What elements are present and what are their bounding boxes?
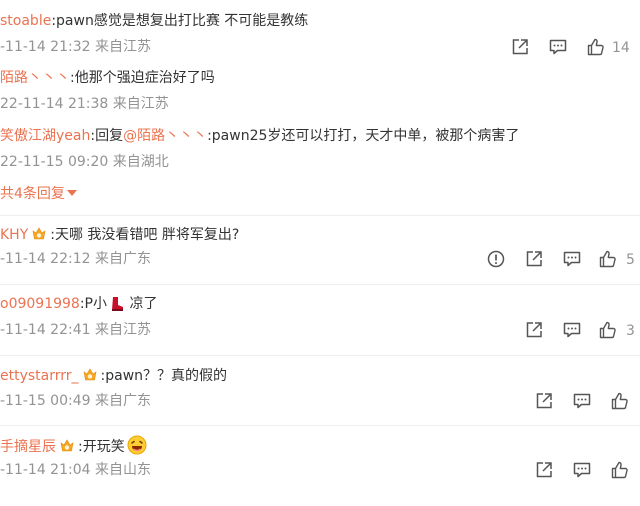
username-link[interactable]: 笑傲江湖yeah [0, 128, 90, 144]
like-icon[interactable] [598, 320, 618, 340]
username-link[interactable]: 手摘星辰 [0, 439, 56, 455]
comment-icon[interactable] [572, 460, 592, 480]
laughing-emoji-icon [127, 435, 147, 455]
username-link[interactable]: 陌路丶丶丶 [0, 70, 70, 86]
comment-icon[interactable] [548, 37, 568, 57]
like-count: 3 [626, 323, 635, 339]
comment-main: stoable:pawn感觉是想复出打比赛 不可能是教练 [0, 11, 308, 31]
more-replies-label: 共4条回复 [0, 186, 65, 202]
boot-emoji-icon [112, 297, 123, 311]
comment-text-suffix: 凉了 [129, 296, 158, 312]
comment-icon[interactable] [572, 391, 592, 411]
comment-item: ettystarrrr_ :pawn？？真的假的 [0, 366, 227, 386]
comment-timestamp: -11-14 22:41 来自江苏 [0, 322, 151, 338]
divider [0, 284, 640, 285]
username-link[interactable]: o09091998 [0, 296, 80, 312]
comment-text: :pawn感觉是想复出打比赛 不可能是教练 [51, 13, 309, 29]
like-icon[interactable] [610, 460, 630, 480]
reply-item: 陌路丶丶丶:他那个强迫症治好了吗 [0, 68, 215, 88]
share-icon[interactable] [510, 37, 530, 57]
comment-actions [534, 391, 640, 415]
reply-text: :pawn25岁还可以打打，天才中单，被那个病害了 [207, 128, 520, 144]
like-count: 14 [612, 40, 630, 56]
report-icon[interactable] [486, 249, 506, 269]
fan-badge-icon [59, 438, 75, 454]
caret-down-icon [66, 190, 77, 196]
comment-timestamp: -11-14 21:32 来自江苏 [0, 39, 151, 55]
mention-link[interactable]: @陌路丶丶丶 [123, 128, 207, 144]
share-icon[interactable] [524, 320, 544, 340]
share-icon[interactable] [534, 460, 554, 480]
comment-item: o09091998:P小 凉了 [0, 294, 157, 314]
comment-timestamp: -11-14 21:04 来自山东 [0, 462, 151, 478]
fan-badge-icon [31, 226, 47, 242]
comment-actions: 3 [524, 320, 640, 344]
divider [0, 425, 640, 426]
username-link[interactable]: stoable [0, 13, 51, 29]
comment-text: :pawn？？真的假的 [100, 368, 228, 384]
like-icon[interactable] [586, 37, 606, 57]
reply-prefix: :回复 [90, 128, 124, 144]
fan-badge-icon [82, 367, 98, 383]
divider [0, 355, 640, 356]
comment-actions [534, 460, 640, 484]
username-link[interactable]: ettystarrrr_ [0, 368, 79, 384]
comment-text: :开玩笑 [78, 439, 125, 455]
comment-actions: 5 [486, 249, 640, 273]
comment-item: 手摘星辰 :开玩笑 [0, 435, 147, 457]
comment-text: :P小 [79, 296, 107, 312]
reply-timestamp: 22-11-14 21:38 来自江苏 [0, 96, 169, 112]
comment-icon[interactable] [562, 249, 582, 269]
reply-timestamp: 22-11-15 09:20 来自湖北 [0, 154, 169, 170]
like-count: 5 [626, 252, 635, 268]
divider [0, 215, 640, 216]
comment-timestamp: -11-15 00:49 来自广东 [0, 393, 151, 409]
like-icon[interactable] [598, 249, 618, 269]
comment-item: KHY :天哪 我没看错吧 胖将军复出? [0, 225, 239, 245]
share-icon[interactable] [524, 249, 544, 269]
comment-icon[interactable] [562, 320, 582, 340]
comment-actions: 14 [510, 37, 640, 61]
comment-text: :天哪 我没看错吧 胖将军复出? [50, 227, 240, 243]
reply-text: :他那个强迫症治好了吗 [70, 70, 215, 86]
share-icon[interactable] [534, 391, 554, 411]
like-icon[interactable] [610, 391, 630, 411]
more-replies-toggle[interactable]: 共4条回复 [0, 184, 77, 204]
reply-item: 笑傲江湖yeah:回复@陌路丶丶丶:pawn25岁还可以打打，天才中单，被那个病… [0, 126, 519, 146]
username-link[interactable]: KHY [0, 227, 28, 243]
comment-timestamp: -11-14 22:12 来自广东 [0, 251, 151, 267]
